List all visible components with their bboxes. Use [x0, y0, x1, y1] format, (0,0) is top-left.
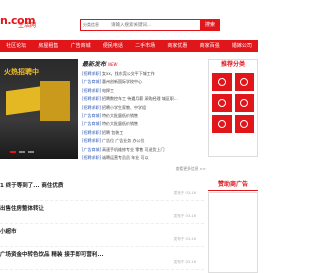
recommend-title: 推荐分类: [220, 61, 245, 68]
recommend-box: 推荐分类: [208, 59, 258, 157]
list-item-category[interactable]: [广告商城]: [82, 78, 102, 86]
list-item-category[interactable]: [招聘求职]: [82, 154, 102, 162]
nav-item[interactable]: 社区论坛: [0, 40, 32, 52]
list-item-category[interactable]: [招聘求职]: [82, 95, 102, 103]
category-tile[interactable]: [212, 73, 232, 91]
list-item[interactable]: [招聘求职] 招聘数控车工 待遇月薪 采购经理 城区职...: [82, 95, 206, 103]
list-item-category[interactable]: [广告商城]: [82, 146, 102, 154]
recommend-grid: [209, 70, 257, 136]
feed-item-title[interactable]: 1 终于等到了... 商住优质: [0, 181, 63, 189]
list-item-title[interactable]: 招聘数控车工 待遇月薪 采购经理 城区职...: [102, 95, 178, 103]
nav-item[interactable]: 广告商城: [65, 40, 97, 52]
banner-slider[interactable]: 火热招聘中: [0, 59, 78, 159]
search-bar: 分类信息 搜索: [80, 19, 220, 31]
category-icon: [240, 99, 249, 107]
site-logo-sub: 生活网: [18, 22, 37, 29]
list-item[interactable]: [招聘求职] 诚聘运营专员员 年业 可以: [82, 154, 206, 162]
latest-news-subtitle: NEW: [108, 62, 118, 67]
feed-item[interactable]: 小超市 发布于 03-16: [0, 224, 204, 247]
top-bar: n.com 生活网 分类信息 搜索: [0, 0, 258, 38]
category-icon: [217, 99, 226, 107]
nav-item[interactable]: 商家优惠: [161, 40, 193, 52]
latest-news: 最新发布 NEW [招聘求职] 女xx，找东莞公交平下城工作 [广告商城] 惠州创新…: [82, 59, 206, 172]
list-item-title[interactable]: 特价大批量低价销售: [102, 112, 138, 120]
feed-item-title[interactable]: 出售住房整体转让: [0, 204, 44, 212]
category-icon: [240, 78, 249, 86]
sponsor-title: 赞助商广告: [208, 180, 258, 191]
list-item[interactable]: [广告商城] 惠州创新国际学校中心: [82, 78, 206, 86]
slider-dot[interactable]: [19, 151, 25, 153]
search-category-select[interactable]: 分类信息: [81, 22, 107, 28]
list-item-category[interactable]: [广告商城]: [82, 112, 102, 120]
more-link[interactable]: 查看更多信息 >>: [82, 166, 206, 172]
list-item-title[interactable]: 高速手机维修专业 零售 可送货上门: [102, 146, 165, 154]
list-item[interactable]: [招聘求职] 电焊工: [82, 87, 206, 95]
feed-item-title[interactable]: 广场资金中转色饮品 精装 接手即可营利...: [0, 250, 104, 258]
list-item[interactable]: [招聘求职] 招聘小学生家教、中学组: [82, 104, 206, 112]
category-tile[interactable]: [212, 115, 232, 133]
feed-item-title[interactable]: 小超市: [0, 227, 17, 235]
feed-item[interactable]: 1 终于等到了... 商住优质 发布于 03-16: [0, 178, 204, 201]
list-item[interactable]: [广告商城] 特价大批量低价销售: [82, 120, 206, 128]
slider-dot[interactable]: [10, 151, 16, 153]
list-item[interactable]: [招聘求职] 广告位 广告业务 办公位: [82, 137, 206, 145]
list-item-category[interactable]: [招聘求职]: [82, 104, 102, 112]
list-item[interactable]: [招聘求职] 女xx，找东莞公交平下城工作: [82, 70, 206, 78]
sponsor-box[interactable]: [208, 192, 258, 273]
category-icon: [240, 120, 249, 128]
list-item[interactable]: [招聘求职] 招聘 包装工: [82, 129, 206, 137]
list-item-title[interactable]: 诚聘运营专员员 年业 可以: [102, 154, 149, 162]
list-item-category[interactable]: [招聘求职]: [82, 137, 102, 145]
category-icon: [217, 120, 226, 128]
nav-item[interactable]: 便民电话: [97, 40, 129, 52]
list-item-title[interactable]: 特价大批量低价销售: [102, 120, 138, 128]
list-item-title[interactable]: 广告位 广告业务 办公位: [102, 137, 145, 145]
feed-item-date: 发布于 03-16: [173, 260, 196, 264]
banner-sign-shape: [40, 81, 70, 121]
list-item-title[interactable]: 惠州创新国际学校中心: [102, 78, 142, 86]
main-nav: 社区论坛 房屋租售 广告商城 便民电话 二手市场 商家优惠 商家百强 婚嫁公司: [0, 40, 258, 52]
list-item-category[interactable]: [招聘求职]: [82, 129, 102, 137]
list-item[interactable]: [广告商城] 高速手机维修专业 零售 可送货上门: [82, 146, 206, 154]
nav-item[interactable]: 商家百强: [194, 40, 226, 52]
category-tile[interactable]: [234, 115, 254, 133]
nav-item[interactable]: 房屋租售: [32, 40, 64, 52]
feed-item-date: 发布于 03-16: [173, 237, 196, 241]
list-item-title[interactable]: 女xx，找东莞公交平下城工作: [102, 70, 155, 78]
nav-item[interactable]: 二手市场: [129, 40, 161, 52]
list-item-title[interactable]: 招聘 包装工: [102, 129, 123, 137]
category-tile[interactable]: [234, 94, 254, 112]
recommend-panel: 推荐分类: [208, 59, 258, 157]
category-tile[interactable]: [234, 73, 254, 91]
category-icon: [217, 78, 226, 86]
list-item-category[interactable]: [招聘求职]: [82, 70, 102, 78]
list-item-title[interactable]: 招聘小学生家教、中学组: [102, 104, 146, 112]
feed-item[interactable]: 出售住房整体转让 发布于 03-16: [0, 201, 204, 224]
list-item-category[interactable]: [广告商城]: [82, 120, 102, 128]
list-item-title[interactable]: 电焊工: [102, 87, 114, 95]
latest-news-list: [招聘求职] 女xx，找东莞公交平下城工作 [广告商城] 惠州创新国际学校中心 [招…: [82, 70, 206, 162]
search-button[interactable]: 搜索: [200, 19, 220, 31]
list-item[interactable]: [广告商城] 特价大批量低价销售: [82, 112, 206, 120]
slider-dot[interactable]: [28, 151, 34, 153]
latest-news-header: 最新发布 NEW: [82, 59, 206, 68]
feed-item-date: 发布于 03-16: [173, 214, 196, 218]
category-tile[interactable]: [212, 94, 232, 112]
list-item-category[interactable]: [招聘求职]: [82, 87, 102, 95]
nav-item[interactable]: 婚嫁公司: [226, 40, 258, 52]
feed-item-date: 发布于 03-16: [173, 191, 196, 195]
slider-dots: [10, 151, 34, 153]
feed-item[interactable]: 广场资金中转色饮品 精装 接手即可营利... 发布于 03-16: [0, 247, 204, 270]
banner-caption: 火热招聘中: [4, 68, 39, 76]
post-feed: 1 终于等到了... 商住优质 发布于 03-16 出售住房整体转让 发布于 0…: [0, 178, 204, 270]
latest-news-title: 最新发布: [82, 61, 107, 68]
